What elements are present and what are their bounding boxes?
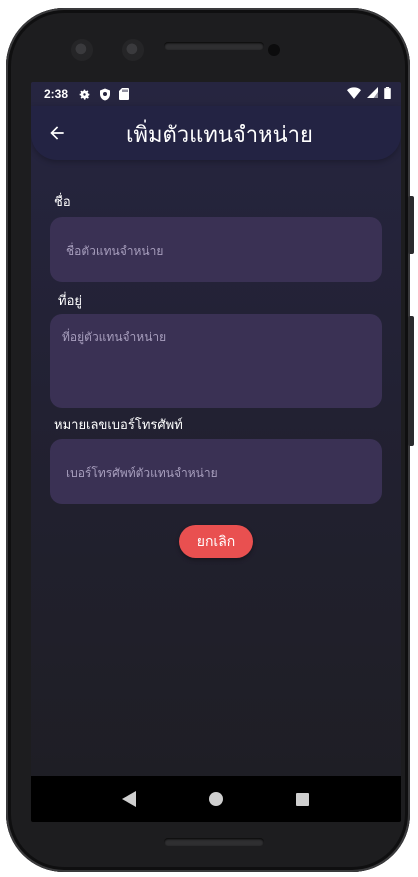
screen: 2:38 เพิ่มตัวแทนจำหน่าย ชื่อ ชื่อตัวแทนจ… (31, 82, 401, 822)
battery-icon (384, 86, 391, 102)
phone-placeholder: เบอร์โทรศัพท์ตัวแทนจำหน่าย (66, 466, 218, 480)
signal-icon (367, 87, 378, 101)
address-field[interactable]: ที่อยู่ตัวแทนจำหน่าย (50, 314, 382, 408)
settings-icon (78, 88, 91, 101)
back-button[interactable] (45, 121, 69, 145)
nav-home-button[interactable] (206, 789, 226, 809)
phone-top-bezel (6, 8, 410, 78)
volume-button (408, 316, 414, 446)
nav-back-button[interactable] (119, 789, 139, 809)
front-camera-icon (71, 39, 93, 61)
home-circle-icon (208, 792, 223, 806)
name-placeholder: ชื่อตัวแทนจำหน่าย (66, 244, 164, 258)
phone-label: หมายเลขเบอร์โทรศัพท์ (54, 418, 183, 433)
arrow-left-icon (50, 126, 64, 140)
nav-recents-button[interactable] (293, 789, 313, 809)
sd-card-icon (119, 88, 130, 100)
status-time: 2:38 (44, 87, 69, 101)
front-camera-icon (122, 39, 144, 61)
name-label: ชื่อ (54, 195, 71, 210)
name-field[interactable]: ชื่อตัวแทนจำหน่าย (50, 217, 382, 282)
navigation-bar (31, 776, 401, 822)
phone-field[interactable]: เบอร์โทรศัพท์ตัวแทนจำหน่าย (50, 439, 382, 504)
earpiece-speaker (164, 42, 264, 50)
cancel-button[interactable]: ยกเลิก (179, 525, 253, 558)
page-title: เพิ่มตัวแทนจำหน่าย (126, 123, 313, 148)
wifi-icon (347, 86, 361, 102)
shield-icon (99, 88, 111, 101)
bottom-speaker (164, 838, 264, 846)
address-label: ที่อยู่ (58, 294, 82, 309)
address-placeholder: ที่อยู่ตัวแทนจำหน่าย (62, 330, 167, 344)
phone-frame: 2:38 เพิ่มตัวแทนจำหน่าย ชื่อ ชื่อตัวแทนจ… (6, 8, 410, 872)
app-bar: เพิ่มตัวแทนจำหน่าย (31, 106, 401, 160)
power-button (408, 196, 414, 254)
proximity-sensor (268, 44, 280, 56)
back-triangle-icon (122, 791, 137, 807)
status-bar: 2:38 (31, 82, 401, 106)
recents-square-icon (296, 792, 310, 806)
